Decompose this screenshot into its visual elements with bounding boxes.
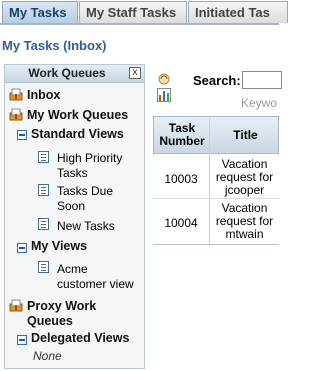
collapse-delegated-views-icon[interactable] — [17, 335, 27, 345]
view-document-icon — [38, 218, 49, 230]
proxy-work-queues-folder-icon — [9, 299, 23, 312]
queue-inbox[interactable]: Inbox — [27, 88, 60, 102]
task-number-cell[interactable]: 10003 — [153, 173, 209, 186]
view-new-tasks[interactable]: New Tasks — [57, 219, 115, 234]
collapse-standard-views-icon[interactable] — [17, 130, 27, 140]
close-icon[interactable]: x — [129, 67, 141, 79]
collapse-my-views-icon[interactable] — [17, 243, 27, 253]
task-number-cell[interactable]: 10004 — [153, 217, 209, 230]
my-work-queues-folder-icon — [9, 108, 23, 121]
queue-my-work-queues[interactable]: My Work Queues — [27, 108, 128, 122]
standard-views-label[interactable]: Standard Views — [31, 127, 124, 141]
tab-my-staff-tasks[interactable]: My Staff Tasks — [79, 1, 187, 23]
column-header-task-number[interactable]: Task Number — [154, 117, 210, 153]
view-high-priority-tasks[interactable]: High Priority Tasks — [57, 151, 137, 181]
table-bottom-border — [153, 244, 279, 245]
tab-my-tasks[interactable]: My Tasks — [2, 1, 78, 23]
column-header-title[interactable]: Title — [211, 117, 280, 153]
row-divider — [153, 198, 279, 199]
tab-bar: My Tasks My Staff Tasks Initiated Tas — [0, 0, 288, 25]
view-tasks-due-soon[interactable]: Tasks Due Soon — [57, 184, 137, 214]
work-queues-title: Work Queues — [28, 66, 106, 80]
work-queues-header: Work Queues x — [5, 65, 144, 83]
view-document-icon — [38, 261, 49, 273]
delegated-views-empty: None — [33, 349, 62, 363]
refresh-icon[interactable] — [157, 72, 171, 86]
queue-proxy-work-queues[interactable]: Proxy Work Queues — [27, 299, 139, 329]
delegated-views-label[interactable]: Delegated Views — [31, 331, 129, 345]
work-queues-panel: Work Queues x Inbox My Work Queues Stand… — [4, 64, 145, 369]
page-title: My Tasks (Inbox) — [2, 38, 107, 53]
inbox-folder-icon — [9, 88, 23, 101]
task-list-area: Search: Keywo Task Number Title 10003 Va… — [151, 64, 282, 371]
search-label: Search: — [193, 73, 241, 88]
my-views-label[interactable]: My Views — [31, 239, 87, 253]
task-table-header: Task Number Title — [153, 116, 279, 154]
chart-icon[interactable] — [157, 88, 171, 102]
task-title-cell[interactable]: Vacation request for jcooper — [210, 158, 279, 197]
search-hint: Keywo — [241, 96, 278, 110]
view-document-icon — [38, 151, 49, 163]
tab-initiated-tasks[interactable]: Initiated Tas — [188, 1, 288, 23]
view-acme-customer-view[interactable]: Acme customer view — [57, 262, 137, 292]
view-document-icon — [38, 184, 49, 196]
task-title-cell[interactable]: Vacation request for mtwain — [210, 202, 279, 241]
search-input[interactable] — [242, 71, 282, 89]
